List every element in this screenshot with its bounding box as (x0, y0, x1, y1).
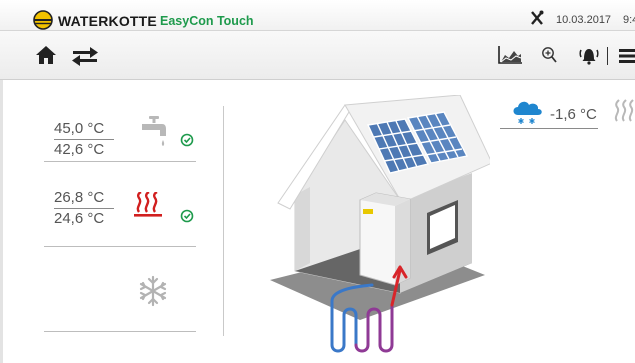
panel-divider (44, 331, 196, 332)
hot-water-actual-temp: 45,0 °C (54, 120, 105, 137)
date-display: 10.03.2017 (556, 14, 612, 26)
heating-temp-rule (54, 208, 114, 209)
heating-block[interactable]: 26,8 °C 24,6 °C (44, 189, 196, 233)
home-icon[interactable] (35, 44, 57, 66)
snowflake-icon (139, 275, 167, 307)
hot-water-temp-rule (54, 139, 114, 140)
menu-icon[interactable] (619, 47, 635, 65)
cloud-snow-icon (513, 101, 542, 124)
tools-icon[interactable] (530, 10, 544, 26)
outdoor-heating-icon[interactable] (613, 99, 635, 125)
heating-icon (134, 192, 162, 217)
faucet-icon (142, 116, 166, 146)
hot-water-clock-icon (180, 133, 194, 147)
title-bar: WATERKOTTE EasyCon Touch 10.03.2017 9:4 (0, 0, 635, 31)
house-illustration (270, 95, 490, 353)
toolbar-divider (607, 47, 608, 65)
chart-icon[interactable] (497, 45, 523, 65)
hot-water-block[interactable]: 45,0 °C 42,6 °C (44, 116, 196, 164)
outdoor-temperature: -1,6 °C (550, 106, 597, 123)
heating-target-temp: 24,6 °C (54, 210, 105, 227)
heating-actual-temp: 26,8 °C (54, 189, 105, 206)
brand-name: WATERKOTTE (58, 13, 157, 29)
panel-divider (44, 246, 196, 247)
time-display: 9:4 (623, 14, 635, 26)
product-name: EasyCon Touch (160, 14, 254, 28)
alarm-bell-icon[interactable] (578, 44, 600, 66)
switch-arrows-icon[interactable] (71, 43, 99, 67)
zoom-icon[interactable] (541, 46, 557, 64)
waterkotte-logo-icon (33, 10, 53, 30)
hot-water-target-temp: 42,6 °C (54, 141, 105, 158)
panel-divider (44, 161, 196, 162)
panel-vertical-divider (223, 106, 224, 336)
outdoor-temp-rule (500, 128, 598, 129)
cooling-block[interactable] (44, 275, 196, 309)
heating-clock-icon (180, 209, 194, 223)
toolbar (0, 31, 635, 80)
